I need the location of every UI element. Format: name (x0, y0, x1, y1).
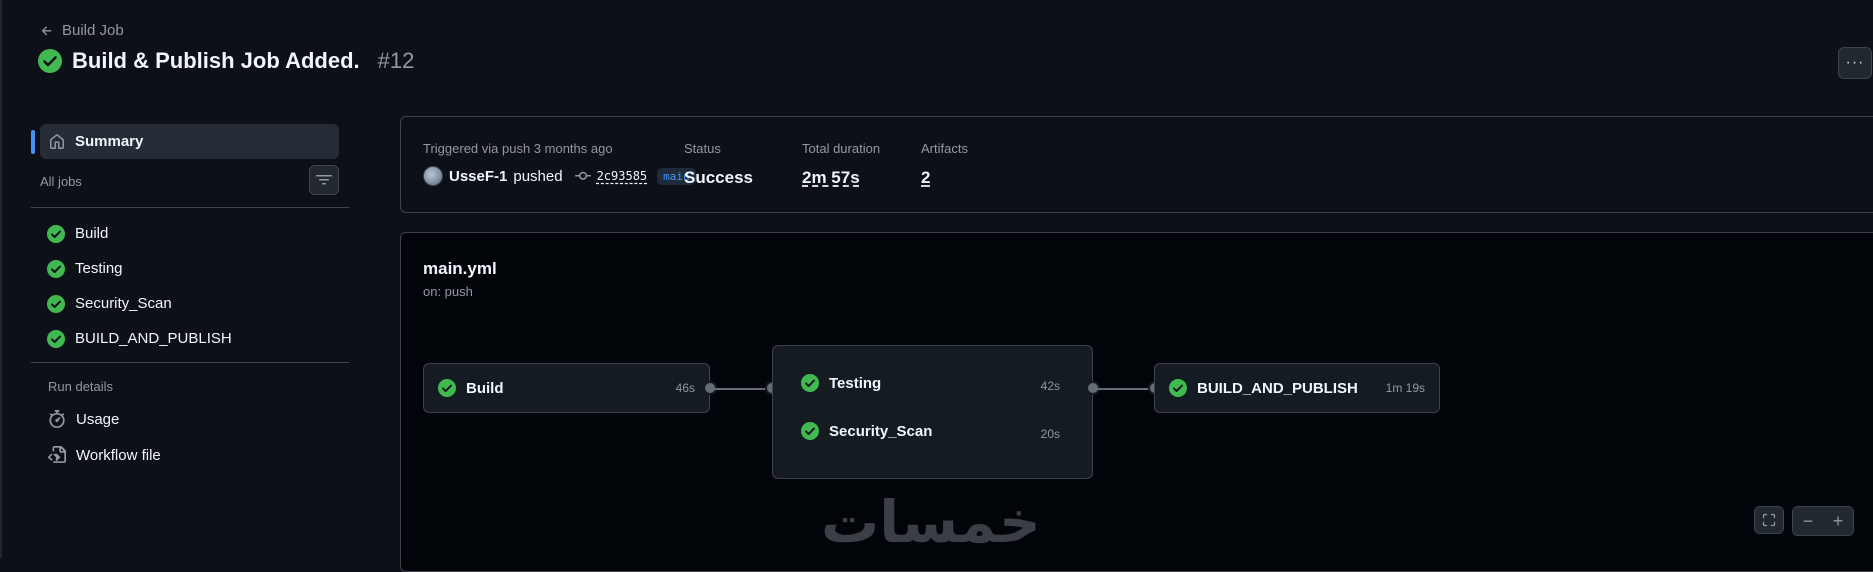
trigger-label: Triggered via push 3 months ago (423, 141, 613, 156)
duration-value[interactable]: 2m 57s (802, 168, 880, 188)
trigger-column: Triggered via push 3 months ago UsseF-1 … (423, 141, 696, 186)
node-name: Testing (829, 374, 882, 392)
sidebar-item-usage[interactable]: Usage (31, 401, 349, 437)
actor-link[interactable]: UsseF-1 (449, 168, 507, 185)
node-duration: 20s (1040, 427, 1060, 441)
zoom-in-button[interactable]: + (1823, 507, 1853, 535)
sidebar-item-testing[interactable]: Testing (31, 251, 349, 286)
sidebar-item-label: Workflow file (76, 446, 161, 464)
connector-line (713, 388, 765, 390)
workflow-filename[interactable]: main.yml (423, 259, 497, 279)
all-jobs-label: All jobs (40, 173, 82, 189)
sidebar-item-label: Usage (76, 410, 120, 428)
action-text: pushed (513, 167, 563, 185)
all-jobs-header: All jobs (31, 159, 349, 203)
check-circle-icon (801, 422, 819, 440)
trigger-line: UsseF-1 pushed 2c93585 main (423, 166, 696, 186)
sidebar: Summary All jobs Build Testing Security_… (31, 124, 349, 473)
avatar[interactable] (423, 166, 443, 186)
duration-label: Total duration (802, 141, 881, 156)
status-label: Status (684, 141, 721, 156)
node-name: Security_Scan (829, 422, 933, 440)
sidebar-item-label: Summary (75, 133, 144, 150)
divider (31, 207, 349, 208)
run-number: #12 (377, 48, 415, 73)
check-circle-icon (47, 294, 65, 313)
screen-full-icon (1762, 513, 1776, 527)
node-name: BUILD_AND_PUBLISH (1197, 379, 1358, 397)
sidebar-item-security-scan[interactable]: Security_Scan (31, 286, 349, 321)
check-circle-icon (438, 379, 456, 397)
back-link-label: Build Job (62, 22, 124, 39)
commit-sha-link[interactable]: 2c93585 (597, 169, 648, 183)
status-value: Success (684, 168, 753, 187)
duration-column: Total duration 2m 57s (802, 141, 880, 188)
check-circle-icon (47, 329, 65, 348)
run-details-heading: Run details (48, 378, 114, 394)
status-column: Status Success (684, 141, 753, 188)
stopwatch-icon (49, 410, 65, 428)
node-duration: 42s (1040, 379, 1060, 393)
check-circle-icon (47, 259, 65, 278)
workflow-graph: main.yml on: push Build 46s Testing 42s … (400, 232, 1873, 572)
run-title: Build & Publish Job Added. (72, 48, 360, 73)
filter-button[interactable] (309, 165, 339, 195)
check-circle-icon (47, 224, 65, 243)
graph-node-build[interactable]: Build 46s (423, 363, 710, 413)
page-left-border (0, 0, 2, 558)
graph-zoom-controls: − + (1754, 506, 1854, 536)
job-label: Build (75, 225, 109, 242)
sidebar-item-summary[interactable]: Summary (31, 124, 339, 159)
check-circle-icon (801, 374, 819, 392)
file-code-icon (48, 446, 66, 463)
back-link[interactable]: Build Job (40, 22, 124, 39)
arrow-left-icon (41, 25, 52, 35)
run-summary-card: Triggered via push 3 months ago UsseF-1 … (400, 116, 1873, 213)
artifacts-column: Artifacts 2 (921, 141, 968, 188)
page-title: Build & Publish Job Added. #12 (38, 48, 414, 74)
node-duration: 46s (675, 381, 695, 395)
graph-node-build-and-publish[interactable]: BUILD_AND_PUBLISH 1m 19s (1154, 363, 1440, 413)
fullscreen-button[interactable] (1754, 506, 1784, 534)
more-options-button[interactable]: ··· (1838, 47, 1872, 79)
zoom-button-group: − + (1792, 506, 1854, 536)
job-label: Testing (75, 260, 123, 277)
node-name: Build (466, 379, 504, 397)
active-indicator (31, 130, 35, 154)
divider (31, 362, 349, 363)
zoom-out-button[interactable]: − (1793, 507, 1823, 535)
node-duration: 1m 19s (1385, 381, 1425, 395)
sidebar-item-build-and-publish[interactable]: BUILD_AND_PUBLISH (31, 321, 349, 356)
job-label: BUILD_AND_PUBLISH (75, 330, 232, 347)
filter-icon (316, 175, 332, 185)
sidebar-item-build[interactable]: Build (31, 216, 349, 251)
git-commit-icon (569, 168, 591, 184)
home-icon (50, 133, 64, 149)
watermark-logo: خمسات (821, 488, 1041, 556)
artifacts-count[interactable]: 2 (921, 168, 968, 188)
check-circle-icon (1169, 379, 1187, 397)
graph-node-group: Testing 42s Security_Scan 20s (772, 345, 1093, 479)
sidebar-item-workflow-file[interactable]: Workflow file (31, 437, 349, 473)
workflow-trigger: on: push (423, 284, 473, 299)
artifacts-label: Artifacts (921, 141, 968, 156)
kebab-horizontal-icon: ··· (1845, 54, 1865, 71)
connector-line (1096, 388, 1148, 390)
job-label: Security_Scan (75, 295, 172, 312)
check-circle-icon (38, 49, 62, 73)
